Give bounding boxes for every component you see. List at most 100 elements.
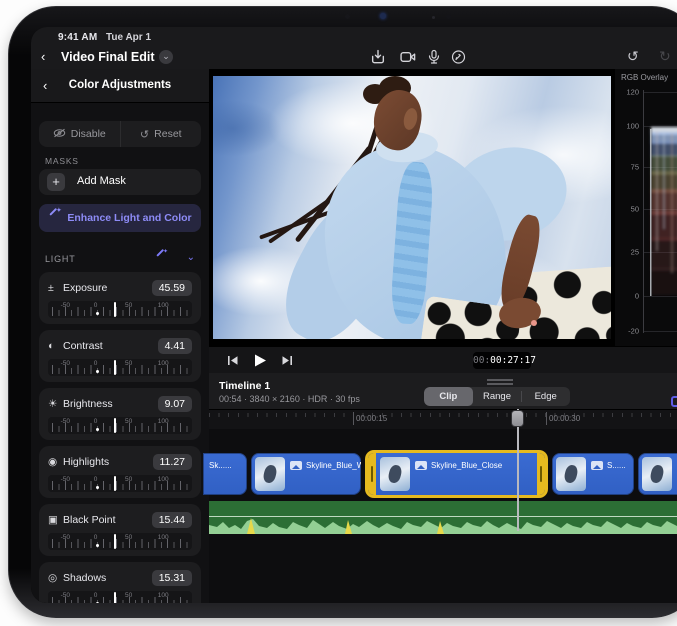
value-indicator[interactable] [114,592,116,603]
camera-sensor-dot [432,16,435,19]
clip-thumbnail [380,457,410,491]
scale-label: 0 [94,360,98,367]
reset-label: Reset [154,128,181,140]
disable-button[interactable]: Disable [39,121,120,147]
slider-name: Exposure [63,282,152,294]
timeline-ruler[interactable]: 00:00:15 00:00:30 [209,409,677,429]
status-time: 9:41 AM [58,32,97,43]
scale-label: -50 [61,476,70,483]
scope-tick: 75 [631,163,639,172]
project-title[interactable]: Video Final Edit [61,50,155,64]
slider-name: Shadows [63,572,152,584]
clip-skyline-1[interactable]: Sk...... [203,453,247,495]
highlights-value[interactable]: 11.27 [153,454,193,470]
exposure-value[interactable]: 45.59 [152,280,192,296]
shadows-value[interactable]: 15.31 [152,570,192,586]
clip-label: Sk...... [209,461,232,470]
play-icon[interactable] [251,353,269,368]
pencil-draw-icon[interactable] [451,49,466,65]
audio-track[interactable] [209,501,677,534]
mode-edge[interactable]: Edge [521,387,570,406]
timeline-name: Timeline 1 [219,380,270,392]
scale-label: 50 [125,302,132,309]
playhead-line[interactable] [517,409,519,531]
highlights-slider[interactable]: -50 0 50 100 [48,475,192,492]
next-frame-icon[interactable] [279,353,295,368]
exposure-slider[interactable]: -50 0 50 100 [48,301,192,318]
microphone-icon[interactable] [427,49,441,65]
status-date: Tue Apr 1 [106,32,151,43]
screen: 9:41 AM Tue Apr 1 ‹ Video Final Edit ⌄ [31,27,677,603]
back-icon[interactable]: ‹ [41,49,45,64]
tablet-device: 9:41 AM Tue Apr 1 ‹ Video Final Edit ⌄ [8,6,677,618]
brightness-value[interactable]: 9.07 [158,396,192,412]
value-indicator[interactable] [114,418,116,433]
mode-range[interactable]: Range [473,387,522,406]
brightness-slider[interactable]: -50 0 50 100 [48,417,192,434]
import-icon[interactable] [369,49,387,65]
light-wand-icon[interactable] [155,253,167,265]
contrast-value[interactable]: 4.41 [158,338,192,354]
main-area: RGB Overlay 120 100 75 50 25 0 -20 [209,69,677,603]
enhance-light-color-button[interactable]: Enhance Light and Color [39,204,201,232]
clip-skyline-3[interactable] [638,453,677,495]
scale-label: -50 [61,534,70,541]
value-indicator[interactable] [114,476,116,491]
zero-marker [96,486,99,489]
camera-icon[interactable] [399,49,417,65]
mode-clip[interactable]: Clip [424,387,473,406]
value-indicator[interactable] [114,302,116,317]
scale-label: 100 [158,418,169,425]
scope-tick: 100 [626,122,639,131]
trim-handle-right[interactable] [537,453,545,495]
add-mask-button[interactable]: + Add Mask [39,169,201,195]
zero-marker [96,428,99,431]
clip-thumbnail [642,457,672,491]
black-point-value[interactable]: 15.44 [152,512,192,528]
contrast-slider[interactable]: -50 0 50 100 [48,359,192,376]
zero-marker [96,544,99,547]
clip-skyline-2[interactable]: S...... [552,453,634,495]
timeline-header: Timeline 1 00:54 · 3840 × 2160 · HDR · 3… [209,373,677,409]
shadows-slider[interactable]: -50 0 50 100 [48,591,192,603]
black-point-slider[interactable]: -50 0 50 100 [48,533,192,550]
photo-icon [290,461,302,470]
value-indicator[interactable] [114,534,116,549]
scale-label: 0 [94,418,98,425]
scale-label: 100 [158,592,169,599]
scale-label: -50 [61,302,70,309]
panel-drag-handle[interactable] [487,379,513,385]
scope-tick: -20 [628,327,639,336]
slider-name: Contrast [63,340,158,352]
edit-mode-segmented-control: Clip Range Edge [424,387,570,406]
slider-exposure: ±Exposure45.59 -50 0 50 100 [39,272,201,324]
photo-icon [591,461,603,470]
video-viewer[interactable] [209,69,613,346]
title-bar: ‹ Video Final Edit ⌄ [31,45,677,69]
playhead-handle[interactable] [511,410,524,427]
ruler-label: 00:00:15 [356,414,387,423]
scale-label: -50 [61,360,70,367]
rgb-overlay-scope: RGB Overlay 120 100 75 50 25 0 -20 [615,69,677,346]
slider-contrast: ◐Contrast4.41 -50 0 50 100 [39,330,201,382]
scope-waveform [647,89,677,301]
reset-button[interactable]: ↺ Reset [120,121,202,147]
trim-handle-left[interactable] [368,453,376,495]
transport-bar: 00:00:27:17 [209,346,677,373]
timeline-zoom-icon[interactable] [671,396,677,407]
front-camera-lens [380,13,386,19]
shadows-icon: ◎ [48,572,63,584]
clip-skyline-blue-wide[interactable]: Skyline_Blue_Wide [251,453,361,495]
zero-marker [96,602,99,603]
slider-brightness: ☀Brightness9.07 -50 0 50 100 [39,388,201,440]
value-indicator[interactable] [114,360,116,375]
chevron-down-icon[interactable]: ⌄ [159,50,173,64]
light-section-header: LIGHT ⌄ [31,251,209,267]
clip-label: Skyline_Blue_Wide [306,461,361,470]
previous-frame-icon[interactable] [225,353,241,368]
undo-icon[interactable]: ↺ [627,48,639,65]
video-frame [213,76,611,339]
scale-label: 0 [94,592,98,599]
collapse-chevron-icon[interactable]: ⌄ [187,252,195,263]
slider-shadows: ◎Shadows15.31 -50 0 50 100 [39,562,201,603]
